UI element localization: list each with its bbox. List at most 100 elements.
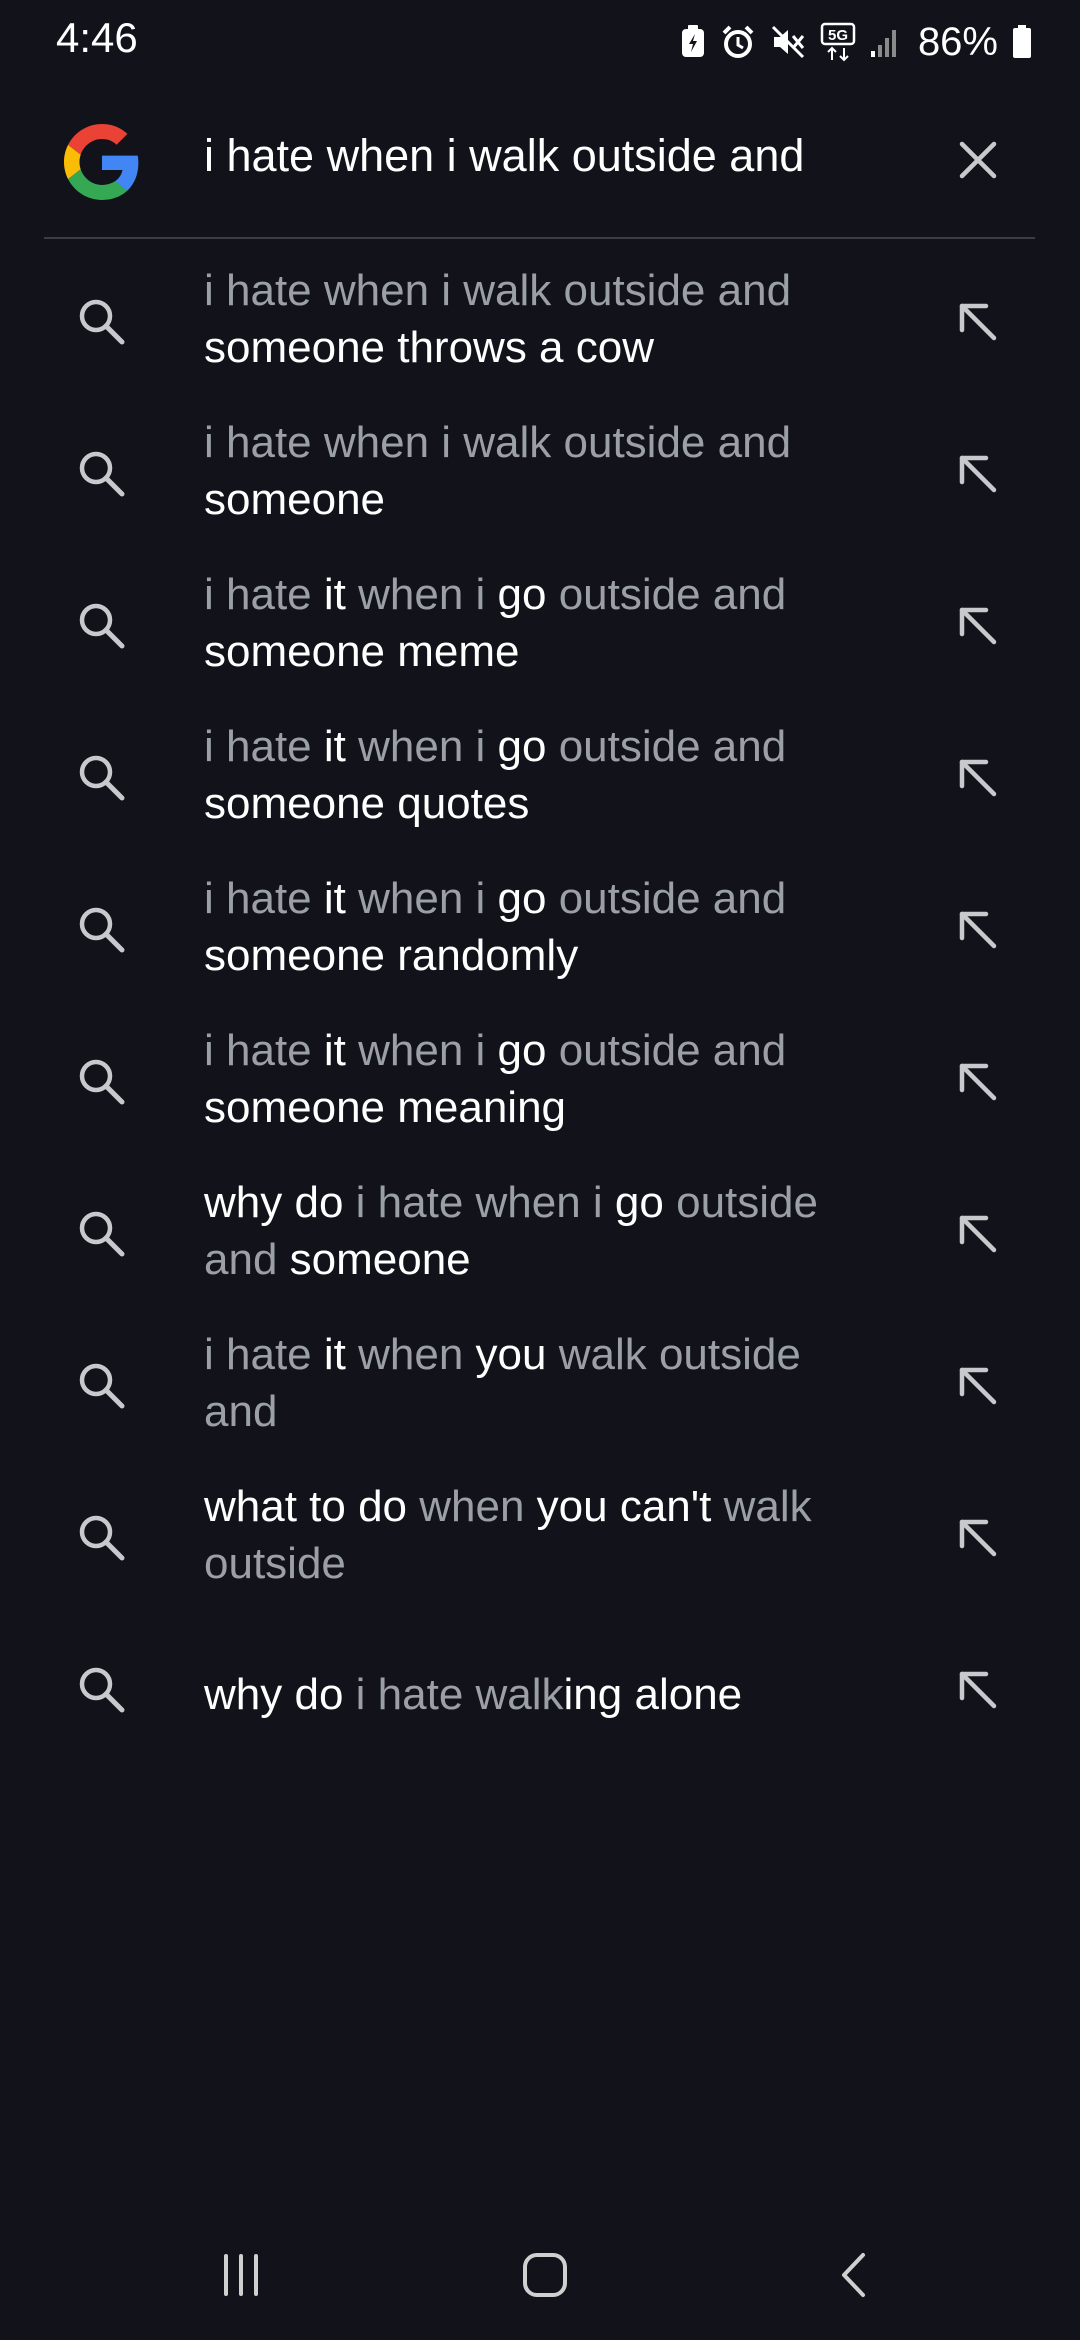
suggestion-match: when bbox=[345, 1330, 476, 1379]
close-icon[interactable] bbox=[950, 132, 1006, 188]
suggestion-text: i hate it when i go outside and someone … bbox=[204, 1022, 884, 1136]
suggestion-text: i hate it when i go outside and someone … bbox=[204, 566, 884, 680]
fill-query-arrow-icon[interactable] bbox=[952, 1056, 1004, 1108]
search-icon bbox=[79, 1059, 125, 1105]
suggestion-match: when i bbox=[345, 874, 498, 923]
status-bar: 4:46 5G 86% bbox=[0, 0, 1080, 84]
search-icon bbox=[79, 603, 125, 649]
search-icon bbox=[79, 451, 125, 497]
fill-query-arrow-icon[interactable] bbox=[952, 296, 1004, 348]
suggestion-match: when i bbox=[345, 722, 498, 771]
suggestion-completion: go bbox=[497, 874, 547, 923]
suggestion-match: i hate walk bbox=[343, 1670, 564, 1719]
search-icon bbox=[79, 907, 125, 953]
navigation-bar bbox=[0, 2220, 1080, 2330]
suggestion-match: i hate bbox=[204, 570, 324, 619]
suggestion-completion: it bbox=[323, 722, 346, 771]
suggestion-completion: someone meme bbox=[204, 627, 520, 676]
fill-query-arrow-icon[interactable] bbox=[952, 904, 1004, 956]
search-icon bbox=[79, 1667, 125, 1713]
suggestion-match: i hate bbox=[204, 1026, 324, 1075]
suggestion-completion: it bbox=[323, 874, 346, 923]
suggestion-match: i hate when i walk outside and bbox=[204, 418, 792, 467]
suggestion-text: why do i hate when i go outside and some… bbox=[204, 1174, 884, 1288]
suggestion-match: outside and bbox=[546, 874, 787, 923]
5g-icon: 5G bbox=[820, 22, 856, 62]
home-icon[interactable] bbox=[520, 2250, 570, 2300]
suggestion-completion: you bbox=[475, 1330, 547, 1379]
suggestion-match: when i bbox=[345, 570, 498, 619]
suggestion-match: when i bbox=[345, 1026, 498, 1075]
suggestion-item[interactable]: i hate when i walk outside and someone t… bbox=[0, 252, 1080, 404]
suggestion-item[interactable]: i hate it when i go outside and someone … bbox=[0, 860, 1080, 1012]
fill-query-arrow-icon[interactable] bbox=[952, 752, 1004, 804]
suggestion-item[interactable]: i hate it when i go outside and someone … bbox=[0, 708, 1080, 860]
suggestion-completion: go bbox=[497, 1026, 547, 1075]
suggestion-text: i hate when i walk outside and someone t… bbox=[204, 262, 884, 376]
suggestion-completion: it bbox=[323, 1026, 346, 1075]
suggestion-item[interactable]: why do i hate when i go outside and some… bbox=[0, 1164, 1080, 1316]
search-divider bbox=[44, 237, 1035, 239]
suggestion-match: i hate when i walk outside and bbox=[204, 266, 792, 315]
fill-query-arrow-icon[interactable] bbox=[952, 1512, 1004, 1564]
suggestion-list: i hate when i walk outside and someone t… bbox=[0, 252, 1080, 1772]
suggestion-match: i hate bbox=[204, 874, 324, 923]
suggestion-text: i hate it when i go outside and someone … bbox=[204, 870, 884, 984]
suggestion-completion: go bbox=[614, 1178, 664, 1227]
search-bar[interactable]: i hate when i walk outside and bbox=[0, 100, 1080, 236]
suggestion-text: i hate it when you walk outside and bbox=[204, 1326, 884, 1440]
mute-icon bbox=[771, 25, 805, 59]
status-time: 4:46 bbox=[56, 14, 138, 61]
suggestion-match: outside and bbox=[546, 1026, 787, 1075]
suggestion-match: outside and bbox=[546, 722, 787, 771]
suggestion-completion: someone throws a cow bbox=[204, 323, 654, 372]
suggestion-item[interactable]: i hate it when i go outside and someone … bbox=[0, 556, 1080, 708]
status-icons: 5G 86% bbox=[680, 18, 1032, 66]
suggestion-text: why do i hate walking alone bbox=[204, 1666, 884, 1723]
suggestion-text: i hate when i walk outside and someone bbox=[204, 414, 884, 528]
alarm-icon bbox=[722, 25, 754, 58]
suggestion-completion: it bbox=[323, 1330, 346, 1379]
suggestion-completion: someone meaning bbox=[204, 1083, 567, 1132]
search-icon bbox=[79, 755, 125, 801]
search-icon bbox=[79, 299, 125, 345]
suggestion-completion: someone bbox=[204, 475, 386, 524]
recents-icon[interactable] bbox=[216, 2250, 266, 2300]
signal-icon bbox=[870, 30, 896, 57]
suggestion-item[interactable]: i hate when i walk outside and someone bbox=[0, 404, 1080, 556]
suggestion-match: when bbox=[407, 1482, 537, 1531]
suggestion-completion: why do bbox=[204, 1670, 344, 1719]
fill-query-arrow-icon[interactable] bbox=[952, 600, 1004, 652]
search-icon bbox=[79, 1515, 125, 1561]
suggestion-match: i hate when i bbox=[343, 1178, 615, 1227]
back-icon[interactable] bbox=[830, 2250, 880, 2300]
battery-icon bbox=[1013, 25, 1031, 58]
suggestion-item[interactable]: i hate it when i go outside and someone … bbox=[0, 1012, 1080, 1164]
fill-query-arrow-icon[interactable] bbox=[952, 1360, 1004, 1412]
suggestion-completion: go bbox=[497, 570, 547, 619]
search-icon bbox=[79, 1211, 125, 1257]
suggestion-completion: someone quotes bbox=[204, 779, 530, 828]
suggestion-item[interactable]: why do i hate walking alone bbox=[0, 1620, 1080, 1772]
battery-saver-icon bbox=[681, 25, 704, 57]
suggestion-completion: you can't bbox=[536, 1482, 712, 1531]
fill-query-arrow-icon[interactable] bbox=[952, 1664, 1004, 1716]
fill-query-arrow-icon[interactable] bbox=[952, 448, 1004, 500]
suggestion-completion: someone randomly bbox=[204, 931, 579, 980]
suggestion-match: i hate bbox=[204, 722, 324, 771]
svg-text:5G: 5G bbox=[828, 27, 848, 44]
suggestion-completion: what to do bbox=[204, 1482, 408, 1531]
fill-query-arrow-icon[interactable] bbox=[952, 1208, 1004, 1260]
search-icon bbox=[79, 1363, 125, 1409]
google-logo[interactable] bbox=[64, 124, 140, 200]
suggestion-item[interactable]: what to do when you can't walk outside bbox=[0, 1468, 1080, 1620]
battery-percent: 86% bbox=[917, 19, 998, 64]
suggestion-item[interactable]: i hate it when you walk outside and bbox=[0, 1316, 1080, 1468]
suggestion-completion: it bbox=[323, 570, 346, 619]
suggestion-text: what to do when you can't walk outside bbox=[204, 1478, 884, 1592]
suggestion-match: outside and bbox=[546, 570, 787, 619]
suggestion-match: i hate bbox=[204, 1330, 324, 1379]
search-input[interactable]: i hate when i walk outside and bbox=[204, 130, 804, 182]
suggestion-completion: go bbox=[497, 722, 547, 771]
suggestion-completion: ing alone bbox=[563, 1670, 743, 1719]
